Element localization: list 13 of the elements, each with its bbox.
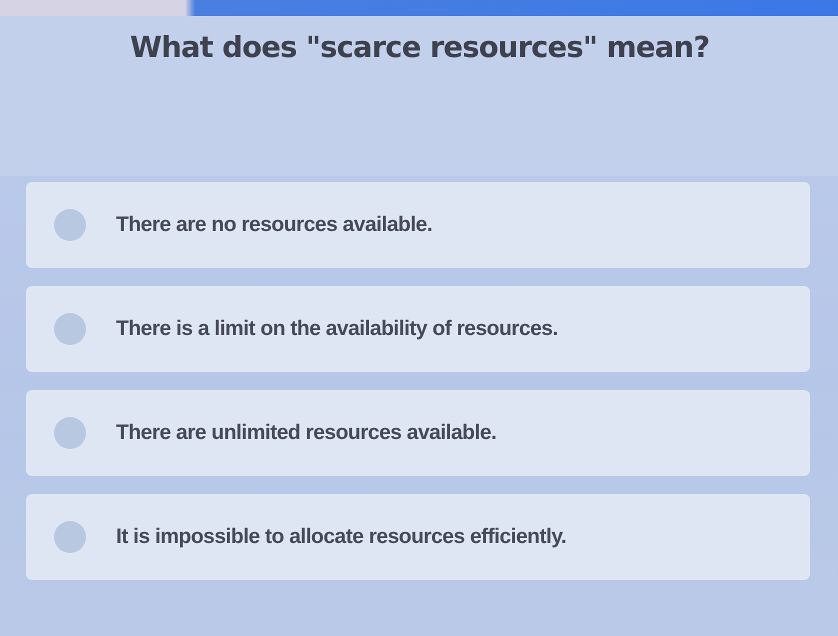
radio-icon[interactable] bbox=[54, 209, 86, 241]
option-text: There is a limit on the availability of resources. bbox=[116, 317, 558, 341]
radio-icon[interactable] bbox=[54, 521, 86, 553]
answer-option[interactable]: There is a limit on the availability of resources. bbox=[26, 286, 810, 372]
radio-icon[interactable] bbox=[54, 313, 86, 345]
option-text: It is impossible to allocate resources efficiently. bbox=[116, 525, 566, 549]
answer-option[interactable]: There are unlimited resources available. bbox=[26, 390, 810, 476]
option-text: There are unlimited resources available. bbox=[116, 421, 496, 445]
radio-icon[interactable] bbox=[54, 417, 86, 449]
question-text: What does "scarce resources" mean? bbox=[130, 30, 710, 64]
answer-option[interactable]: There are no resources available. bbox=[26, 182, 810, 268]
option-text: There are no resources available. bbox=[116, 213, 432, 237]
answer-option[interactable]: It is impossible to allocate resources efficiently. bbox=[26, 494, 810, 580]
